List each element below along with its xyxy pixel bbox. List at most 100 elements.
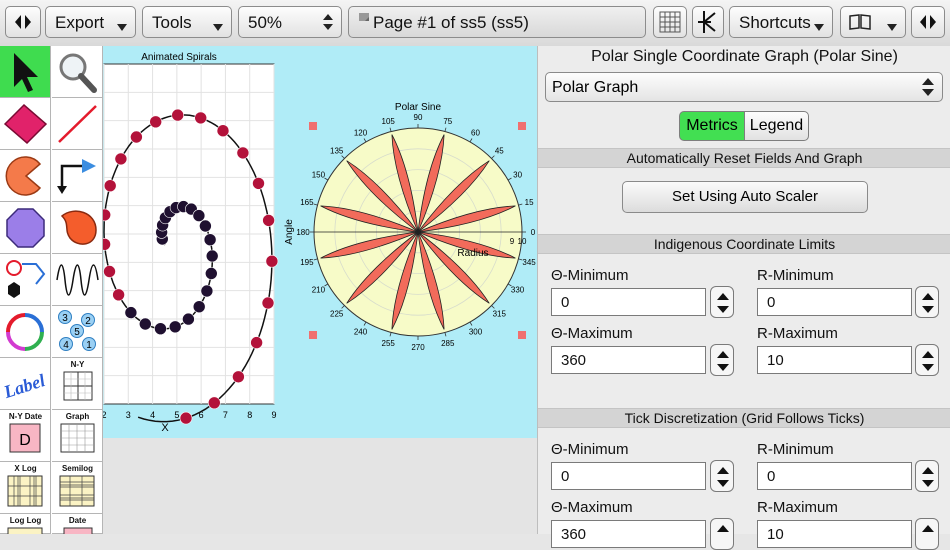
spiral-point — [114, 152, 128, 166]
tick-r-min-field[interactable]: 0 — [757, 462, 912, 490]
help-book-menu[interactable] — [840, 6, 906, 38]
spiral-graph[interactable]: Animated Spirals X 23456789 — [103, 46, 303, 438]
function-tool[interactable] — [52, 254, 103, 306]
select-tool[interactable] — [0, 46, 51, 98]
loglog-graph-tool[interactable]: Log Log — [0, 514, 51, 534]
section-auto-reset: Automatically Reset Fields And Graph — [538, 148, 950, 168]
rectangle-tool[interactable] — [0, 98, 51, 150]
spiral-point — [194, 111, 207, 125]
theta-min-field[interactable]: 0 — [551, 288, 706, 316]
tick-theta-max-stepper[interactable] — [710, 518, 734, 550]
grid-button[interactable] — [653, 6, 687, 38]
semilog-graph-tool[interactable]: Semilog — [52, 462, 103, 514]
zoom-tool[interactable] — [52, 46, 103, 98]
polar-angle-tick: 120 — [354, 128, 368, 137]
stepper-arrows-icon — [717, 293, 729, 313]
arc-tool[interactable] — [0, 150, 51, 202]
tab-legend[interactable]: Legend — [744, 111, 809, 141]
tick-r-min-stepper[interactable] — [915, 460, 939, 492]
spiral-point — [205, 267, 218, 280]
tick-r-max-field[interactable]: 10 — [757, 520, 912, 548]
stepper-arrows-icon — [922, 525, 934, 532]
theta-min-label: Θ-Minimum — [551, 267, 629, 284]
tick-theta-min-stepper[interactable] — [710, 460, 734, 492]
bubble-number: 2 — [85, 316, 91, 327]
r-min-field[interactable]: 0 — [757, 288, 912, 316]
polar-graph[interactable]: 90 75604530150345330315300285270255240225… — [279, 96, 539, 396]
polygon-tool[interactable] — [0, 202, 51, 254]
rectangle-shape-icon — [3, 103, 48, 145]
stepper-arrows-icon — [717, 351, 729, 371]
selection-handle[interactable] — [518, 122, 526, 130]
graph-type-select[interactable]: Polar Graph — [545, 72, 943, 102]
spiral-point — [168, 320, 182, 334]
label-tool-text: Label — [0, 370, 47, 402]
theta-min-stepper[interactable] — [710, 286, 734, 318]
tick-theta-max-label: Θ-Maximum — [551, 499, 633, 516]
polar-tick-mark — [491, 305, 495, 309]
xlog-graph-tool[interactable]: X Log — [0, 462, 51, 514]
graph-type-label: Polar Graph — [552, 79, 639, 96]
spiral-point — [203, 233, 217, 246]
semilog-graph-icon — [59, 475, 95, 507]
panel-title: Polar Single Coordinate Graph (Polar Sin… — [591, 48, 898, 65]
color-circle-tool[interactable] — [0, 306, 51, 358]
polar-angle-tick: 225 — [330, 309, 344, 318]
shortcuts-label: Shortcuts — [739, 13, 811, 32]
selection-handle[interactable] — [309, 122, 317, 130]
spiral-point — [265, 254, 279, 268]
nav-arrows-button[interactable] — [5, 6, 41, 38]
label-tool[interactable]: Label — [0, 358, 51, 410]
date-glyph: D — [19, 432, 31, 449]
ny-date-graph-tool[interactable]: N-Y Date D — [0, 410, 51, 462]
snap-button[interactable] — [692, 6, 724, 38]
r-max-stepper[interactable] — [915, 344, 939, 376]
polyline-shape-icon — [6, 260, 46, 298]
theta-max-stepper[interactable] — [710, 344, 734, 376]
selection-handle[interactable] — [518, 331, 526, 339]
connector-tool[interactable] — [52, 150, 103, 202]
polar-angle-tick: 135 — [330, 147, 344, 156]
tab-metrics[interactable]: Metrics — [679, 111, 745, 141]
x-tick-label: 2 — [103, 410, 107, 420]
page-selector[interactable]: Page #1 of ss5 (ss5) — [348, 6, 646, 38]
graph-tool[interactable]: Graph — [52, 410, 103, 462]
polar-radius-tick: 10 — [518, 237, 527, 246]
date-graph-tool[interactable]: Date — [52, 514, 103, 534]
r-min-stepper[interactable] — [915, 286, 939, 318]
line-shape-icon — [58, 105, 97, 143]
spiral-point — [261, 296, 275, 310]
ny-graph-tool[interactable]: N-Y — [52, 358, 103, 410]
bubble-tool[interactable]: 3 2 5 4 1 — [52, 306, 103, 358]
polyline-tool[interactable] — [0, 254, 51, 306]
theta-max-field[interactable]: 360 — [551, 346, 706, 374]
polar-angle-tick: 255 — [382, 339, 396, 348]
spiral-point — [124, 306, 138, 319]
auto-scaler-button[interactable]: Set Using Auto Scaler — [622, 181, 868, 213]
spiral-point — [171, 108, 184, 122]
polar-tick-mark — [389, 127, 392, 132]
tools-label: Tools — [152, 13, 192, 32]
octagon-shape-icon — [6, 208, 45, 248]
tick-theta-max-field[interactable]: 360 — [551, 520, 706, 548]
zoom-select[interactable]: 50% — [238, 6, 342, 38]
spiral-point — [112, 288, 125, 302]
panel-arrows-button[interactable] — [911, 6, 945, 38]
grid-icon — [659, 11, 681, 33]
curve-tool[interactable] — [52, 202, 103, 254]
polar-tick-mark — [507, 177, 512, 181]
r-max-field[interactable]: 10 — [757, 346, 912, 374]
tools-menu[interactable]: Tools — [142, 6, 232, 38]
export-menu[interactable]: Export — [45, 6, 136, 38]
polar-tick-mark — [341, 155, 345, 159]
document-canvas[interactable]: Animated Spirals X 23456789 90 75 60 45 30 15… — [103, 46, 537, 534]
up-down-icon — [323, 14, 333, 30]
shortcuts-menu[interactable]: Shortcuts — [729, 6, 833, 38]
top-toolbar: Export Tools 50% Page #1 of ss5 (ss5) Sh… — [0, 0, 950, 47]
tick-theta-min-field[interactable]: 0 — [551, 462, 706, 490]
zoom-label: 50% — [248, 13, 283, 32]
tick-r-max-stepper[interactable] — [915, 518, 939, 550]
line-tool[interactable] — [52, 98, 103, 150]
spiral-point — [182, 312, 195, 326]
selection-handle[interactable] — [309, 331, 317, 339]
